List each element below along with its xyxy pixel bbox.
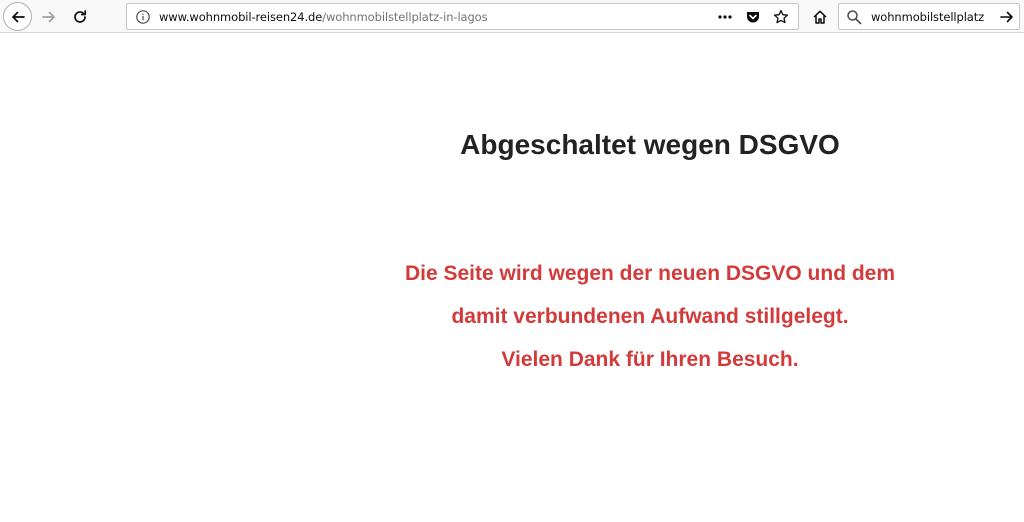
page-actions-button[interactable]	[716, 8, 734, 26]
page-content: Abgeschaltet wegen DSGVO Die Seite wird …	[0, 34, 1024, 522]
info-icon[interactable]	[135, 9, 151, 25]
url-path: /wohnmobilstellplatz-in-lagos	[322, 10, 488, 24]
search-icon	[847, 10, 862, 25]
home-icon	[813, 10, 827, 24]
pocket-icon	[747, 12, 759, 23]
home-button[interactable]	[806, 3, 834, 31]
notice-message: Die Seite wird wegen der neuen DSGVO und…	[300, 252, 1000, 381]
back-button[interactable]	[3, 2, 32, 31]
reload-button[interactable]	[66, 3, 94, 31]
url-text[interactable]: www.wohnmobil-reisen24.de/wohnmobilstell…	[159, 10, 488, 24]
star-icon	[773, 9, 789, 24]
message-line-2: damit verbundenen Aufwand stillgelegt.	[451, 305, 849, 328]
reload-icon	[74, 10, 87, 23]
arrow-right-icon	[42, 11, 55, 23]
go-arrow-icon[interactable]	[999, 9, 1015, 25]
arrow-left-icon	[11, 11, 25, 22]
page-heading: Abgeschaltet wegen DSGVO	[460, 129, 840, 160]
browser-toolbar: www.wohnmobil-reisen24.de/wohnmobilstell…	[0, 0, 1024, 33]
search-input[interactable]: wohnmobilstellplatz	[871, 10, 984, 24]
forward-button[interactable]	[35, 3, 63, 31]
pocket-button[interactable]	[744, 8, 762, 26]
bookmark-button[interactable]	[772, 8, 790, 26]
url-domain: www.wohnmobil-reisen24.de	[159, 10, 323, 24]
message-line-3: Vielen Dank für Ihren Besuch.	[501, 348, 799, 371]
page-actions	[716, 8, 790, 26]
message-line-1: Die Seite wird wegen der neuen DSGVO und…	[404, 262, 896, 285]
more-dots-icon	[718, 15, 732, 19]
search-bar[interactable]: wohnmobilstellplatz	[838, 3, 1020, 30]
address-bar[interactable]: www.wohnmobil-reisen24.de/wohnmobilstell…	[126, 3, 799, 30]
